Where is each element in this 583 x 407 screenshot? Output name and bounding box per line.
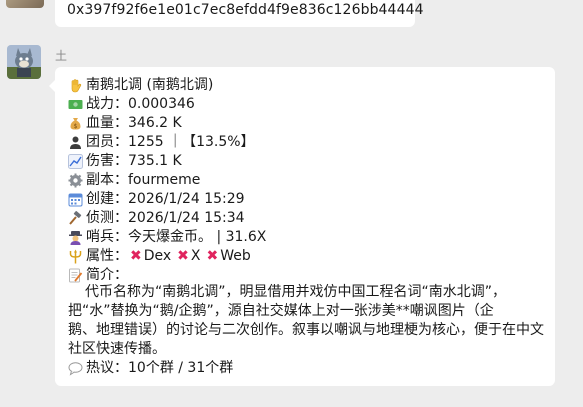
message-bubble[interactable]: 南鹅北调 (南鹅北调) 战力：0.000346 $ 血量：346.2 K 团员：… [55,67,555,386]
avatar[interactable] [7,45,41,79]
description: 代币名称为“南鹅北调”，明显借用并戏仿中国工程名词“南水北调”， 把“水”替换为… [68,283,546,359]
damage-line: 伤害：735.1 K [68,152,182,171]
calendar-icon [68,192,83,207]
message-bubble-address[interactable]: 0x397f92f6e1e01c7ec8efdd4f9e836c126bb444… [55,0,423,27]
created-line: 创建：2026/1/24 15:29 [68,190,245,209]
copy-text: 副本：fourmeme [86,172,201,188]
memo-icon [68,268,83,283]
sentry-line: 哨兵：今天爆金币。 | 31.6X [68,228,266,247]
trident-icon [68,249,83,264]
damage-text: 伤害：735.1 K [86,153,182,169]
cat-cartoon-icon [7,45,41,79]
copy-line: 副本：fourmeme [68,171,200,190]
address-text: 0x397f92f6e1e01c7ec8efdd4f9e836c126bb444… [67,2,424,18]
attributes-line: 属性： ✖ Dex ✖ X ✖ Web [68,247,251,266]
detected-text: 侦测：2026/1/24 15:34 [86,210,245,226]
person-icon [68,135,83,150]
speech-bubble-icon [68,361,83,376]
sender-name: 土 [55,49,68,63]
created-text: 创建：2026/1/24 15:29 [86,191,245,207]
chart-up-icon [68,154,83,169]
team-line: 团员：1255 ｜【13.5%】 [68,133,255,152]
attribute-x[interactable]: X [191,247,201,266]
heat-text: 热议：10个群 / 31个群 [86,360,234,376]
avatar-previous[interactable] [6,0,44,8]
attribute-web[interactable]: Web [220,247,251,266]
blood-text: 血量：346.2 K [86,115,182,131]
power-line: 战力：0.000346 [68,95,195,114]
description-line: 鹅、地理错误）的讨论与二次创作。叙事以嘲讽与地理梗为核心，便于在中文 [68,322,544,338]
hammer-icon [68,211,83,226]
token-name: 南鹅北调 (南鹅北调) [86,77,214,93]
attribute-dex[interactable]: Dex [144,247,171,266]
raised-hand-icon [68,78,83,93]
cross-mark-icon: ✖ [206,248,219,264]
heat-line: 热议：10个群 / 31个群 [68,359,233,378]
blood-line: $ 血量：346.2 K [68,114,182,133]
attributes-label: 属性： [86,248,128,264]
gear-icon [68,173,83,188]
money-bag-icon: $ [68,116,83,131]
description-line: 社区快速传播。 [68,341,166,357]
description-line: 代币名称为“南鹅北调”，明显借用并戏仿中国工程名词“南水北调”， [85,284,507,300]
team-text: 团员：1255 ｜【13.5%】 [86,134,255,150]
description-line: 把“水”替换为“鹅/企鹅”，源自社交媒体上对一张涉美**嘲讽图片（企 [68,303,494,319]
power-text: 战力：0.000346 [86,96,195,112]
money-bill-icon [68,97,83,112]
sentry-text: 哨兵：今天爆金币。 | 31.6X [86,229,267,245]
detected-line: 侦测：2026/1/24 15:34 [68,209,245,228]
svg-text:$: $ [74,123,78,130]
cross-mark-icon: ✖ [177,248,189,264]
cross-mark-icon: ✖ [130,248,142,264]
token-name-line: 南鹅北调 (南鹅北调) [68,76,213,95]
detective-icon [68,230,83,245]
